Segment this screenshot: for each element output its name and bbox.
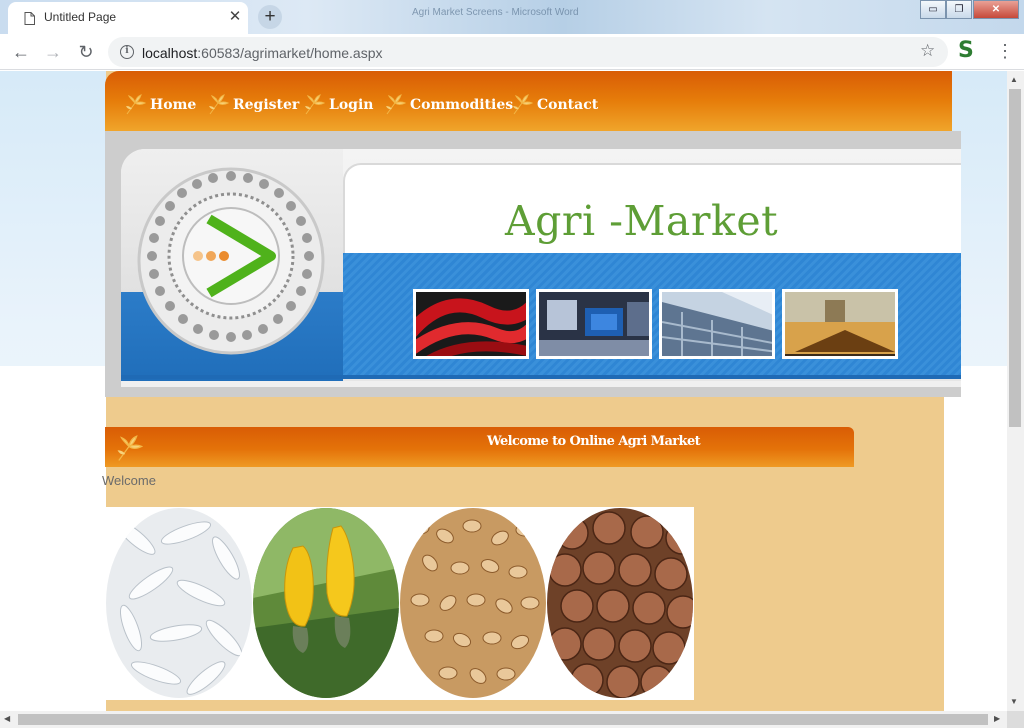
bookmark-star-icon[interactable]: ☆	[920, 41, 935, 61]
scrollbar-corner	[1007, 711, 1024, 728]
minimize-button[interactable]: ▭	[920, 0, 946, 19]
nav-commodities[interactable]: Commodities	[384, 94, 513, 116]
banner-thumb-red	[413, 289, 529, 359]
maximize-button[interactable]: ❐	[946, 0, 972, 19]
logo-panel	[121, 149, 343, 387]
banner-thumb-office	[536, 289, 652, 359]
scroll-left-icon[interactable]: ◀	[4, 714, 10, 723]
browser-toolbar: ← → ↻ i localhost:60583/agrimarket/home.…	[0, 34, 1024, 70]
site-logo-icon	[137, 167, 325, 355]
horizontal-scrollbar[interactable]: ◀ ▶	[0, 711, 1007, 728]
commodity-photos	[106, 507, 694, 700]
cashew-image	[253, 508, 399, 698]
tab-close-icon[interactable]: ✕	[226, 7, 244, 27]
banner-thumb-boardroom	[782, 289, 898, 359]
banner-divider-light	[121, 381, 961, 387]
url-host: localhost	[142, 45, 198, 61]
scroll-right-icon[interactable]: ▶	[994, 714, 1000, 723]
browser-tab[interactable]: Untitled Page ✕	[8, 2, 248, 34]
banner-divider	[121, 375, 961, 379]
vertical-scroll-thumb[interactable]	[1009, 89, 1021, 427]
welcome-text: Welcome	[102, 473, 156, 488]
site-container: Home Register Login Commodities Contact	[102, 71, 961, 711]
back-button[interactable]: ←	[9, 41, 33, 63]
nav-home[interactable]: Home	[124, 94, 196, 116]
address-bar[interactable]: i localhost:60583/agrimarket/home.aspx ☆	[108, 37, 948, 67]
leaf-icon	[513, 94, 533, 115]
vertical-scrollbar[interactable]: ▲ ▼	[1007, 71, 1024, 711]
leaf-icon	[305, 94, 325, 115]
site-title: Agri -Market	[505, 197, 779, 245]
nav-commodities-label: Commodities	[410, 97, 514, 113]
info-icon[interactable]: i	[120, 45, 134, 59]
main-nav: Home Register Login Commodities Contact	[105, 71, 952, 131]
leaf-icon	[209, 94, 229, 115]
url-path: :60583/agrimarket/home.aspx	[197, 45, 383, 61]
welcome-header: Welcome to Online Agri Market	[105, 427, 854, 467]
leaf-icon	[126, 94, 146, 115]
leaf-icon	[117, 435, 143, 461]
page-viewport: Home Register Login Commodities Contact	[0, 71, 1007, 711]
nav-register-label: Register	[233, 97, 300, 113]
page-icon	[24, 12, 35, 25]
extension-icon[interactable]: S	[958, 40, 974, 62]
close-window-button[interactable]: ✕	[973, 0, 1019, 19]
forward-button[interactable]: →	[41, 41, 65, 63]
nav-contact[interactable]: Contact	[511, 94, 598, 116]
window-title: Agri Market Screens - Microsoft Word	[412, 7, 579, 18]
banner-frame: Agri -Market	[121, 149, 961, 387]
window-title-bar: Untitled Page ✕ + Agri Market Screens - …	[0, 0, 1024, 34]
nav-contact-label: Contact	[537, 97, 599, 113]
leaf-icon	[386, 94, 406, 115]
banner-thumb-building	[659, 289, 775, 359]
nav-login-label: Login	[329, 97, 374, 113]
welcome-title: Welcome to Online Agri Market	[487, 434, 701, 449]
tab-title: Untitled Page	[44, 10, 117, 24]
nav-register[interactable]: Register	[207, 94, 299, 116]
reload-button[interactable]: ↻	[74, 41, 98, 63]
header-banner: Agri -Market	[105, 131, 961, 397]
nav-home-label: Home	[150, 97, 197, 113]
hazelnut-image	[547, 508, 693, 698]
scroll-down-icon[interactable]: ▼	[1010, 697, 1018, 706]
scroll-up-icon[interactable]: ▲	[1010, 75, 1018, 84]
url-text[interactable]: localhost:60583/agrimarket/home.aspx	[142, 45, 382, 61]
peanut-image	[400, 508, 546, 698]
browser-menu-icon[interactable]: ⋮	[996, 41, 1014, 61]
new-tab-button[interactable]: +	[258, 5, 282, 29]
rice-image	[106, 508, 252, 698]
nav-login[interactable]: Login	[303, 94, 373, 116]
horizontal-scroll-thumb[interactable]	[18, 714, 988, 725]
